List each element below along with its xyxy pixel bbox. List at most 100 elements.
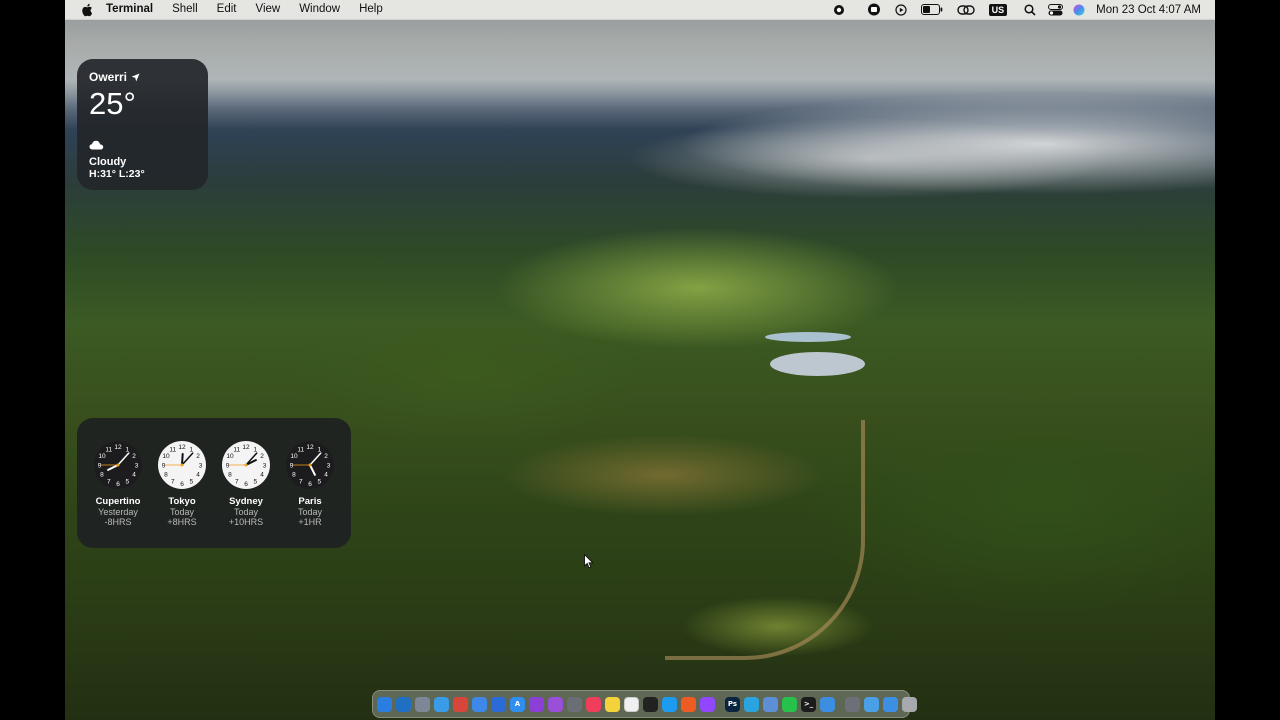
weather-city: Owerri [89, 70, 128, 84]
wallpaper-lake [770, 352, 865, 376]
notes-icon[interactable] [605, 696, 620, 712]
svg-text:9: 9 [226, 462, 230, 469]
control-center-icon[interactable] [1048, 3, 1064, 16]
clock-paris: 1 2 3 4 5 6 7 8 9 10 11 12 Paris Today +1HR [279, 440, 341, 548]
link-icon[interactable] [956, 4, 975, 16]
tunnel-icon[interactable] [867, 3, 881, 16]
menu-window[interactable]: Window [299, 0, 340, 19]
folder-icon[interactable] [864, 696, 879, 712]
clock-offset: +10HRS [228, 517, 264, 527]
svg-text:12: 12 [178, 444, 186, 451]
svg-text:6: 6 [180, 481, 184, 488]
mail-icon[interactable] [472, 696, 487, 712]
podcasts-icon[interactable] [548, 696, 563, 712]
chrome-icon[interactable] [453, 696, 468, 712]
settings-icon[interactable] [567, 696, 582, 712]
clock-face-icon: 1 2 3 4 5 6 7 8 9 10 11 12 [157, 440, 207, 490]
twitch-icon[interactable] [700, 696, 715, 712]
trash-icon[interactable] [902, 696, 917, 712]
play-icon[interactable] [895, 3, 907, 16]
clock-cupertino: 1 2 3 4 5 6 7 8 9 10 11 12 Cupertino Yesterday -8HR… [87, 440, 149, 548]
whatsapp-icon[interactable] [782, 696, 797, 712]
launchpad-icon[interactable] [415, 696, 430, 712]
telegram-icon[interactable] [744, 696, 759, 712]
svg-text:7: 7 [235, 478, 239, 485]
appstore-icon[interactable]: A [510, 696, 525, 712]
svg-text:9: 9 [98, 462, 102, 469]
weather-condition: Cloudy [89, 156, 127, 168]
downloads-icon[interactable] [883, 696, 898, 712]
svg-text:1: 1 [189, 446, 193, 453]
svg-text:11: 11 [233, 446, 240, 453]
location-arrow-icon [131, 73, 140, 81]
clock-offset: -8HRS [104, 517, 132, 527]
svg-text:3: 3 [263, 462, 267, 469]
twitter-icon[interactable] [662, 696, 677, 712]
clock-day: Today [297, 507, 323, 517]
photoshop-icon[interactable]: Ps [725, 696, 740, 712]
svg-text:12: 12 [114, 444, 122, 451]
svg-text:11: 11 [169, 446, 176, 453]
svg-text:8: 8 [228, 472, 232, 479]
menu-shell[interactable]: Shell [172, 0, 198, 19]
preview-icon[interactable] [763, 696, 778, 712]
clock-city: Tokyo [168, 496, 196, 507]
dock: A Ps >_ [372, 690, 917, 718]
svg-text:7: 7 [299, 478, 303, 485]
clock-offset: +8HRS [167, 517, 197, 527]
terminal-icon[interactable]: >_ [801, 696, 816, 712]
siri-icon[interactable] [1073, 4, 1085, 16]
weather-widget[interactable]: Owerri 25° Cloudy H:31° L:23° [77, 59, 208, 190]
svg-text:4: 4 [196, 472, 200, 479]
svg-text:7: 7 [171, 478, 175, 485]
dock-apps: A [377, 696, 719, 712]
menu-edit[interactable]: Edit [217, 0, 237, 19]
svg-text:10: 10 [290, 453, 298, 460]
svg-text:2: 2 [260, 453, 264, 460]
svg-text:4: 4 [324, 472, 328, 479]
postman-icon[interactable] [681, 696, 696, 712]
menu-app-terminal[interactable]: Terminal [106, 0, 153, 19]
svg-text:12: 12 [242, 444, 250, 451]
screen-capture-icon[interactable] [845, 696, 860, 712]
svg-text:3: 3 [135, 462, 139, 469]
dock-recent-apps: Ps >_ [725, 696, 839, 712]
wallpaper-clouds [65, 20, 1215, 100]
clock-day: Today [169, 507, 195, 517]
apple-logo-icon[interactable] [80, 3, 94, 17]
github-icon[interactable] [643, 696, 658, 712]
svg-text:4: 4 [132, 472, 136, 479]
svg-text:8: 8 [100, 472, 104, 479]
cloud-drive-icon[interactable] [820, 696, 835, 712]
vscode-icon[interactable] [396, 696, 411, 712]
world-clock-widget[interactable]: 1 2 3 4 5 6 7 8 9 10 11 12 Cupertino Yesterday -8HR… [77, 418, 351, 548]
svg-text:3: 3 [199, 462, 203, 469]
svg-text:2: 2 [196, 453, 200, 460]
svg-text:10: 10 [162, 453, 170, 460]
wallpaper-lake [765, 332, 851, 342]
svg-text:9: 9 [162, 462, 166, 469]
safari-icon[interactable] [434, 696, 449, 712]
menu-view[interactable]: View [255, 0, 280, 19]
battery-icon[interactable] [920, 4, 943, 15]
clock-face-icon: 1 2 3 4 5 6 7 8 9 10 11 12 [285, 440, 335, 490]
svg-text:10: 10 [98, 453, 106, 460]
svg-text:2: 2 [324, 453, 328, 460]
reminders-icon[interactable] [624, 696, 639, 712]
menu-help[interactable]: Help [359, 0, 383, 19]
clock-face-icon: 1 2 3 4 5 6 7 8 9 10 11 12 [221, 440, 271, 490]
svg-text:6: 6 [244, 481, 248, 488]
music-icon[interactable] [586, 696, 601, 712]
input-source-icon[interactable]: US [988, 3, 1008, 16]
finder-icon[interactable] [377, 696, 392, 712]
weather-high-low: H:31° L:23° [89, 168, 145, 180]
mouse-cursor-icon [584, 554, 594, 569]
xcode-icon[interactable] [491, 696, 506, 712]
weather-temperature: 25° [89, 86, 136, 121]
record-icon[interactable] [833, 4, 845, 16]
search-icon[interactable] [1024, 3, 1036, 16]
intellij-icon[interactable] [529, 696, 544, 712]
desktop-wallpaper [65, 0, 1215, 720]
menubar-clock[interactable]: Mon 23 Oct 4:07 AM [1096, 4, 1201, 16]
clock-day: Yesterday [98, 507, 138, 517]
